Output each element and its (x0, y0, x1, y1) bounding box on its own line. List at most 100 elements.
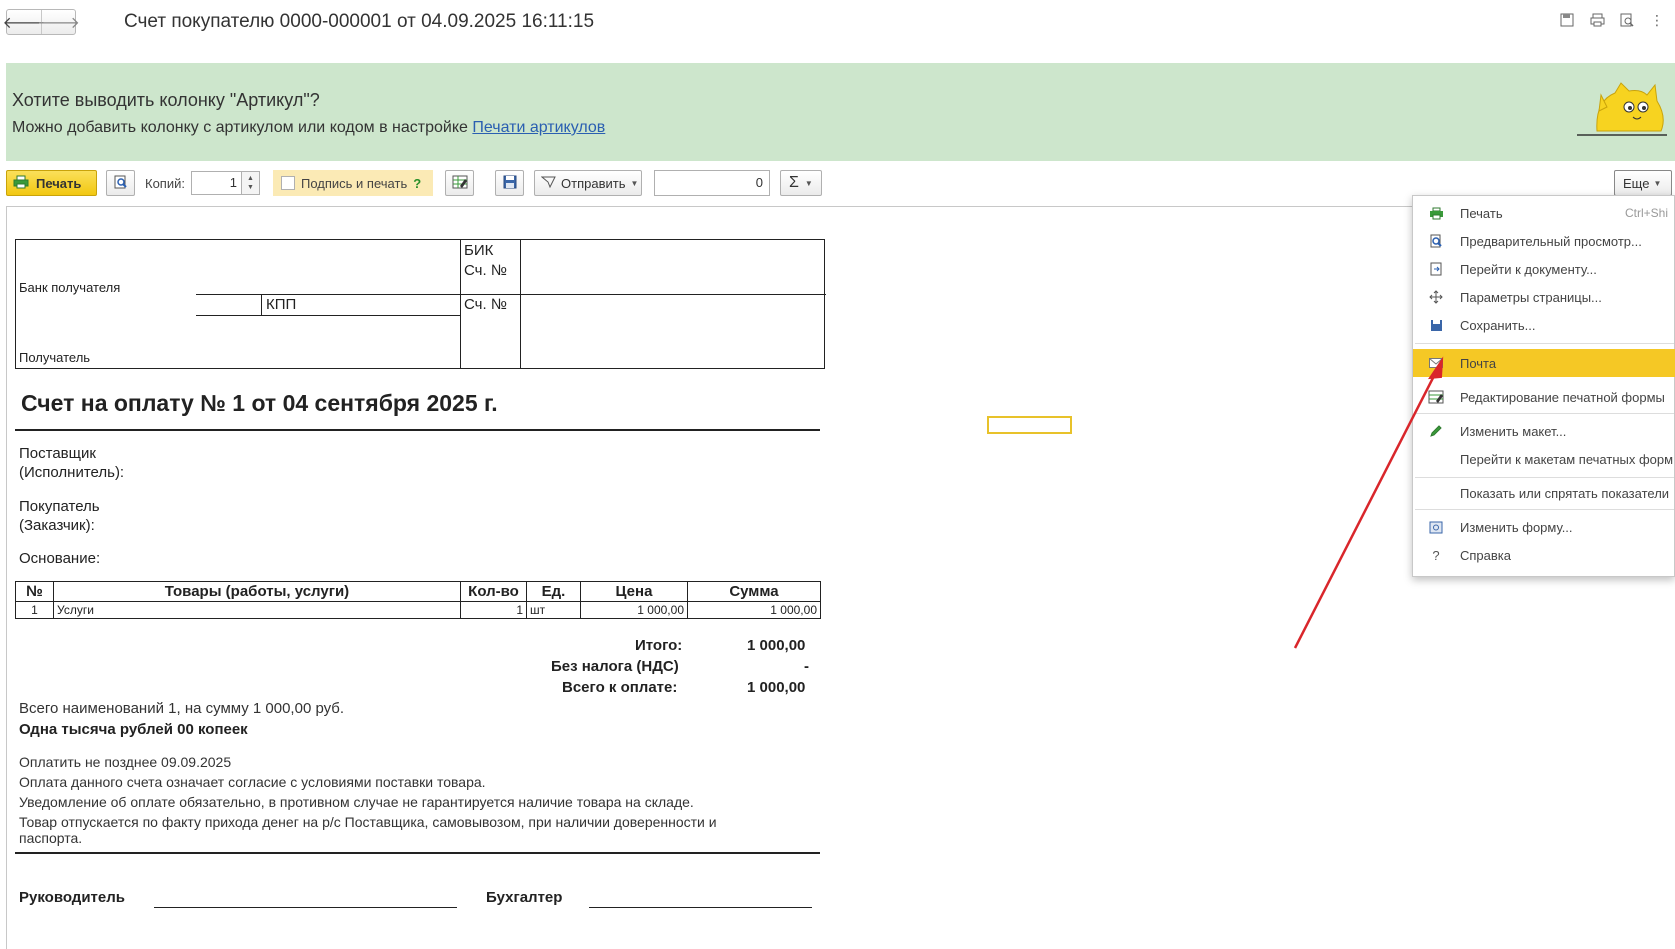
menu-item-goto-layouts[interactable]: Перейти к макетам печатных форм (1413, 445, 1675, 473)
menu-separator (1415, 509, 1674, 510)
divider (15, 429, 820, 431)
cat-mascot-icon (1577, 81, 1667, 139)
vat-value: - (804, 658, 809, 675)
save-button[interactable] (495, 170, 524, 196)
preview-icon[interactable] (1619, 12, 1635, 28)
menu-item-change-form[interactable]: Изменить форму... (1413, 513, 1675, 541)
col-price: Цена (580, 581, 688, 602)
bik-label: БИК (464, 242, 494, 259)
menu-item-mail[interactable]: Почта (1413, 349, 1675, 377)
menu-item-label: Предварительный просмотр... (1460, 233, 1642, 249)
edit-form-icon (1427, 388, 1445, 406)
menu-item-label: Сохранить... (1460, 317, 1536, 333)
menu-item-edit-print-form[interactable]: Редактирование печатной формы (1413, 383, 1675, 411)
print-toolbar: Печать Копий: 1 ▲ ▼ Подпись и печать ? От… (6, 170, 1675, 197)
cell-num: 1 (15, 601, 54, 619)
menu-item-page-settings[interactable]: Параметры страницы... (1413, 283, 1675, 311)
menu-item-goto-document[interactable]: Перейти к документу... (1413, 255, 1675, 283)
suggestion-banner: Хотите выводить колонку "Артикул"? Можно… (6, 63, 1675, 161)
table-header-row: № Товары (работы, услуги) Кол-во Ед. Цен… (15, 581, 821, 602)
banner-settings-link[interactable]: Печати артикулов (472, 119, 605, 136)
buyer-label-line1: Покупатель (19, 498, 100, 515)
terms-line: Уведомление об оплате обязательно, в про… (19, 794, 694, 810)
menu-item-help[interactable]: ? Справка (1413, 541, 1675, 569)
copies-input[interactable]: 1 (191, 171, 242, 195)
cell-goods: Услуги (53, 601, 461, 619)
menu-item-label: Редактирование печатной формы (1460, 389, 1665, 405)
cell-price: 1 000,00 (580, 601, 688, 619)
director-label: Руководитель (19, 889, 125, 906)
menu-item-print[interactable]: Печать Ctrl+Shi (1413, 199, 1675, 227)
sigma-icon: Σ (789, 174, 799, 191)
mail-icon (1427, 354, 1445, 372)
menu-item-label: Перейти к документу... (1460, 261, 1597, 277)
accountant-label: Бухгалтер (486, 889, 563, 906)
cell-qty: 1 (460, 601, 527, 619)
window-title: Счет покупателю 0000-000001 от 04.09.202… (124, 11, 595, 32)
printer-icon[interactable] (1589, 12, 1605, 28)
supplier-label-line1: Поставщик (19, 445, 96, 462)
menu-item-toggle-indicators[interactable]: Показать или спрятать показатели (1413, 479, 1675, 507)
printer-icon (1427, 204, 1445, 222)
checkbox-icon[interactable] (281, 176, 295, 190)
send-dropdown[interactable]: Отправить ▼ (534, 170, 642, 196)
accountant-signature-line (589, 907, 812, 908)
amount-in-words: Одна тысяча рублей 00 копеек (19, 721, 248, 738)
terms-line: паспорта. (19, 830, 83, 846)
forward-button[interactable]: 🡒 (37, 10, 80, 34)
divider (520, 240, 521, 368)
chevron-down-icon: ▼ (1653, 178, 1662, 188)
save-icon (1427, 316, 1445, 334)
stepper-down-icon[interactable]: ▼ (247, 183, 254, 192)
buyer-label-line2: (Заказчик): (19, 517, 95, 534)
back-button[interactable]: 🡐 (3, 10, 46, 34)
buyer-label: Покупатель (Заказчик): (19, 497, 100, 535)
send-label: Отправить (561, 175, 626, 191)
col-goods: Товары (работы, услуги) (53, 581, 461, 602)
sum-function-dropdown[interactable]: Σ ▼ (780, 170, 822, 196)
sign-help-icon[interactable]: ? (413, 176, 421, 191)
cell-sum: 1 000,00 (687, 601, 821, 619)
menu-item-label: Параметры страницы... (1460, 289, 1602, 305)
preview-icon (1427, 232, 1445, 250)
banner-text-body: Можно добавить колонку с артикулом или к… (12, 119, 468, 136)
total-label: Итого: (635, 637, 683, 654)
copies-stepper[interactable]: ▲ ▼ (242, 171, 260, 195)
copies-label: Копий: (145, 176, 185, 191)
page-settings-icon (1427, 288, 1445, 306)
total-value: 1 000,00 (747, 637, 806, 654)
form-settings-icon (1427, 518, 1445, 536)
col-qty: Кол-во (460, 581, 527, 602)
print-button[interactable]: Печать (6, 170, 97, 196)
menu-separator (1415, 477, 1674, 478)
save-icon[interactable] (1559, 12, 1575, 28)
menu-item-label: Изменить форму... (1460, 519, 1573, 535)
menu-separator (1415, 343, 1674, 344)
pay-label: Всего к оплате: (562, 679, 678, 696)
stepper-up-icon[interactable]: ▲ (247, 174, 254, 183)
chevron-down-icon: ▼ (630, 178, 639, 188)
edit-print-form-button[interactable] (445, 170, 474, 196)
help-icon: ? (1432, 547, 1440, 563)
title-bar: 🡐 🡒 Счет покупателю 0000-000001 от 04.09… (0, 0, 1675, 44)
divider (196, 294, 826, 295)
selected-cell[interactable] (987, 416, 1072, 434)
sign-and-stamp-checkbox[interactable]: Подпись и печать ? (273, 170, 433, 196)
more-menu: Печать Ctrl+Shi Предварительный просмотр… (1412, 195, 1675, 577)
chevron-down-icon: ▼ (804, 178, 813, 188)
more-vertical-icon[interactable]: ⋮ (1649, 12, 1665, 28)
col-sum: Сумма (687, 581, 821, 602)
col-unit: Ед. (526, 581, 581, 602)
more-button[interactable]: Еще ▼ (1614, 170, 1672, 196)
menu-item-label: Изменить макет... (1460, 423, 1567, 439)
vat-label: Без налога (НДС) (551, 658, 679, 675)
account-label-1: Сч. № (464, 262, 507, 279)
preview-button[interactable] (106, 170, 135, 196)
menu-item-save[interactable]: Сохранить... (1413, 311, 1675, 339)
pencil-icon (1427, 422, 1445, 440)
menu-separator (1415, 413, 1674, 414)
nav-buttons: 🡐 🡒 (3, 9, 80, 35)
sum-field[interactable]: 0 (654, 170, 770, 196)
menu-item-change-layout[interactable]: Изменить макет... (1413, 417, 1675, 445)
menu-item-preview[interactable]: Предварительный просмотр... (1413, 227, 1675, 255)
